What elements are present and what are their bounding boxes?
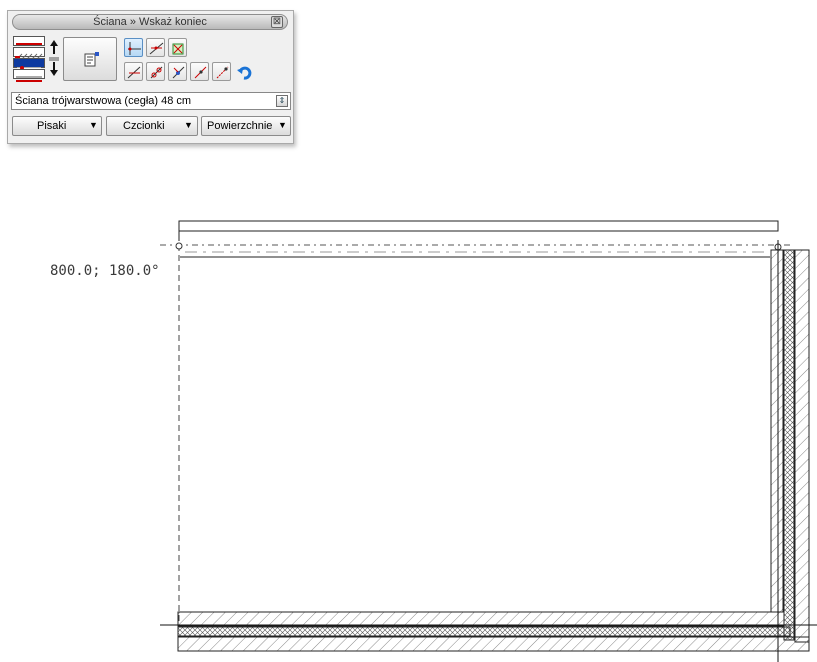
drawing-canvas[interactable] bbox=[0, 0, 817, 662]
right-wall-core-layer bbox=[783, 249, 795, 641]
coordinate-readout: 800.0; 180.0° bbox=[50, 263, 160, 279]
right-wall-outer-layer bbox=[794, 249, 810, 643]
bottom-wall-outer-layer bbox=[177, 636, 810, 652]
bottom-wall-inner-layer bbox=[177, 611, 785, 627]
bottom-wall-core-layer bbox=[177, 626, 791, 637]
top-wall-outline bbox=[178, 220, 779, 232]
right-wall-inner-layer bbox=[770, 249, 784, 613]
start-point-marker bbox=[175, 242, 183, 250]
